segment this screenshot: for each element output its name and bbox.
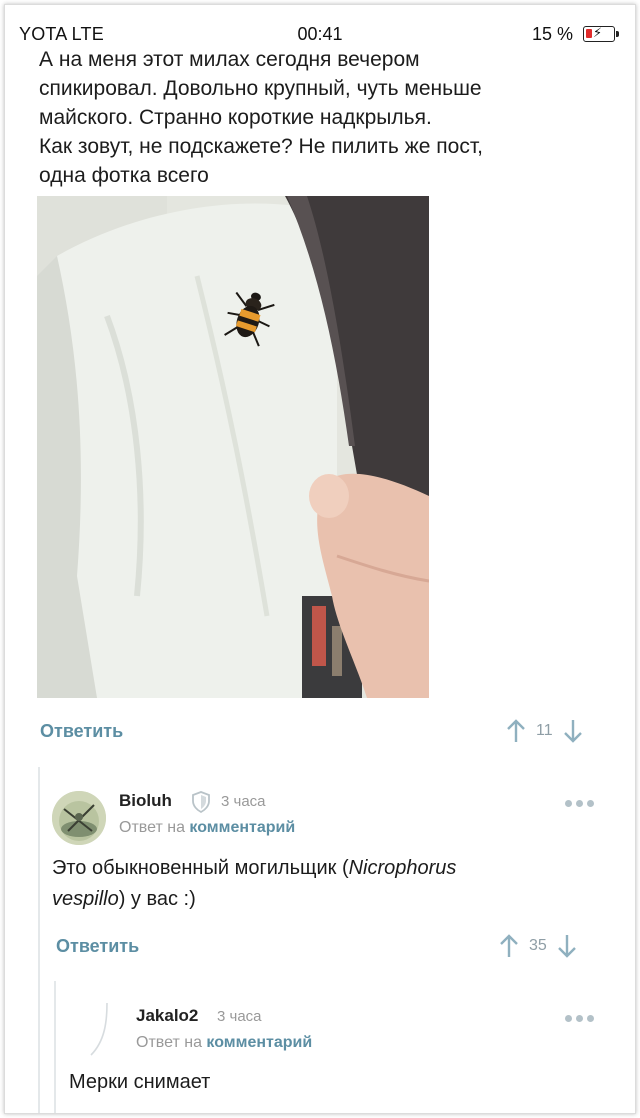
avatar-image [52, 791, 106, 845]
arrow-down-icon[interactable] [557, 933, 577, 959]
status-bar: YOTA LTE 00:41 15 % ⚡ [5, 5, 635, 45]
avatar[interactable] [52, 791, 106, 845]
reply-to-meta: Ответ на комментарий [119, 819, 295, 837]
post-line: майского. Странно короткие надкрылья. [39, 106, 432, 129]
thread-line[interactable] [54, 981, 56, 1113]
comment-time: 3 часа [221, 793, 266, 810]
comment-body: Это обыкновенный могильщик (Nicrophorus … [52, 853, 612, 915]
post-body: А на меня этот милах сегодня вечером спи… [39, 45, 599, 190]
battery-percent: 15 % [531, 24, 573, 44]
comment-votes: 35 [499, 931, 577, 961]
reply-to-meta: Ответ на комментарий [136, 1034, 312, 1052]
comment-text-italic: vespillo [52, 888, 119, 910]
post-photo[interactable] [37, 196, 429, 698]
post-line: спикировал. Довольно крупный, чуть меньш… [39, 77, 482, 100]
comment-text-italic: Nicrophorus [348, 857, 457, 879]
more-dots-icon[interactable] [565, 1015, 594, 1022]
comment-body: Мерки снимает [69, 1071, 211, 1093]
comment-text-part: ) у вас :) [118, 888, 196, 910]
comment-time: 3 часа [217, 1008, 262, 1025]
shield-icon [192, 791, 210, 813]
post-line: Как зовут, не подскажете? Не пилить же п… [39, 135, 483, 158]
reply-to-link[interactable]: комментарий [189, 819, 295, 836]
reply-to-prefix: Ответ на [136, 1034, 202, 1051]
post-reply-link[interactable]: Ответить [40, 721, 123, 742]
comment-reply-link[interactable]: Ответить [56, 936, 139, 957]
post-vote-count: 11 [536, 722, 553, 739]
comment-author[interactable]: Bioluh [119, 791, 172, 811]
post-votes: 11 [506, 716, 583, 746]
arrow-up-icon[interactable] [506, 718, 526, 744]
app-frame: YOTA LTE 00:41 15 % ⚡ А на меня этот мил… [4, 4, 636, 1114]
thread-curve [90, 1002, 108, 1056]
comment-vote-count: 35 [529, 937, 547, 954]
reply-to-link[interactable]: комментарий [206, 1034, 312, 1051]
comment-text-part: Это обыкновенный могильщик ( [52, 857, 349, 879]
beetle-on-shirt-image [37, 196, 429, 698]
more-dots-icon[interactable] [565, 800, 594, 807]
arrow-up-icon[interactable] [499, 933, 519, 959]
thread-line[interactable] [38, 767, 40, 1113]
reply-to-prefix: Ответ на [119, 819, 185, 836]
battery-tip [616, 31, 619, 37]
post-line: одна фотка всего [39, 164, 209, 187]
arrow-down-icon[interactable] [563, 718, 583, 744]
comment-author[interactable]: Jakalo2 [136, 1006, 198, 1026]
post-line: А на меня этот милах сегодня вечером [39, 48, 420, 71]
battery-icon: ⚡ [583, 25, 615, 42]
